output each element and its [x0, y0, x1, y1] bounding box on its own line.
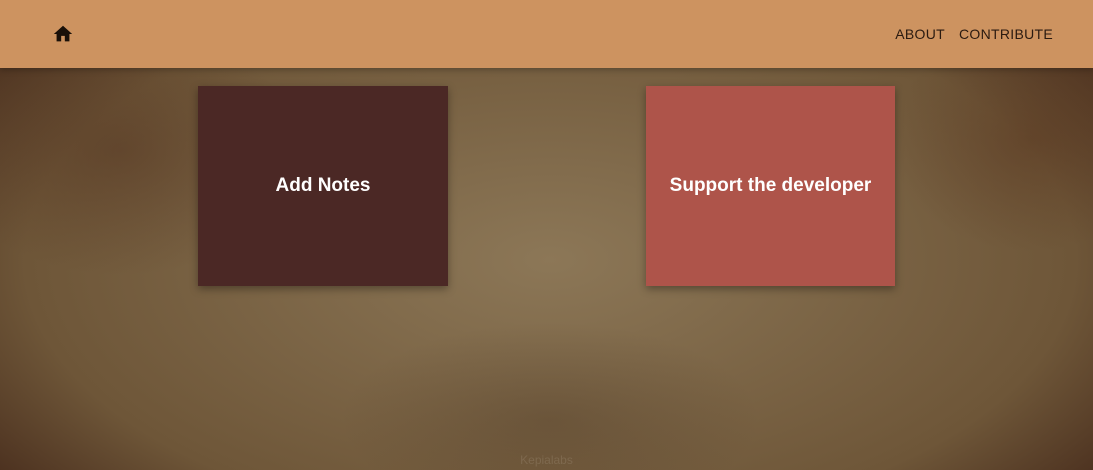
home-button[interactable]	[52, 23, 74, 45]
home-icon	[52, 23, 74, 45]
support-developer-card[interactable]: Support the developer	[646, 86, 895, 286]
nav-about-link[interactable]: ABOUT	[895, 26, 945, 42]
nav-contribute-link[interactable]: CONTRIBUTE	[959, 26, 1053, 42]
nav-links: ABOUT CONTRIBUTE	[895, 0, 1053, 68]
add-notes-label: Add Notes	[275, 175, 371, 196]
page: ABOUT CONTRIBUTE Add Notes Support the d…	[0, 0, 1093, 470]
top-navbar: ABOUT CONTRIBUTE	[0, 0, 1093, 68]
add-notes-card[interactable]: Add Notes	[198, 86, 448, 286]
support-developer-label: Support the developer	[669, 175, 872, 196]
footer-credit: Kepialabs	[520, 453, 573, 467]
